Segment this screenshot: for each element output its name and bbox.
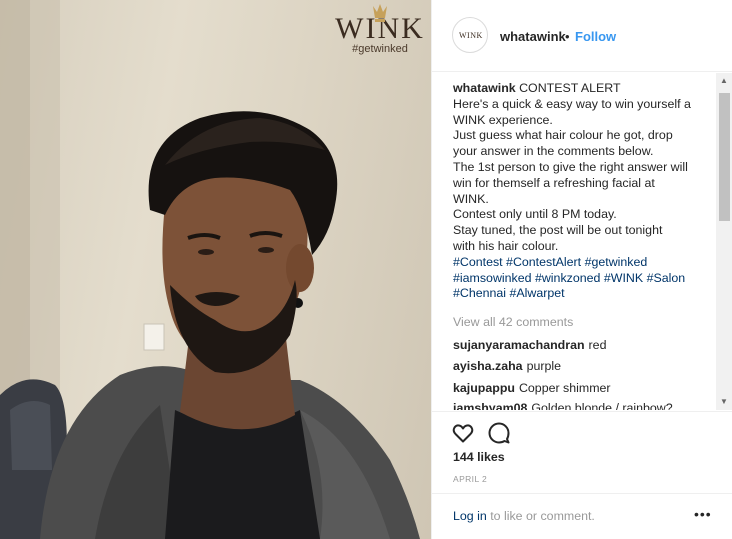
caption-line: Just guess what hair colour he got, drop	[453, 128, 673, 143]
login-prompt-text: to like or comment.	[486, 509, 595, 523]
hashtag-line: #iamsowinked #winkzoned #WINK #Salon	[453, 271, 713, 287]
hashtag-link[interactable]: #iamsowinked	[453, 271, 532, 285]
caption-username[interactable]: whatawink	[453, 81, 516, 95]
hashtag-line: #Chennai #Alwarpet	[453, 286, 713, 302]
follow-button[interactable]: Follow	[575, 29, 616, 44]
hashtag-link[interactable]: #Alwarpet	[510, 286, 565, 300]
login-link[interactable]: Log in	[453, 509, 487, 523]
caption-line: Stay tuned, the post will be out tonight	[453, 223, 663, 238]
avatar[interactable]: WINK	[452, 17, 488, 53]
hashtag-link[interactable]: #getwinked	[585, 255, 648, 269]
caption-line: with his hair colour.	[453, 238, 559, 253]
comment-username[interactable]: kajupappu	[453, 381, 515, 395]
comment-text: red	[588, 338, 607, 352]
comment-username[interactable]: ayisha.zaha	[453, 359, 523, 373]
header-separator: •	[565, 29, 570, 44]
caption-line: Here's a quick & easy way to win yoursel…	[453, 96, 691, 111]
comment-text: purple	[526, 359, 562, 373]
post-date: APRIL 2	[453, 474, 488, 484]
scrollbar-thumb[interactable]	[719, 93, 730, 221]
post-header: WINK whatawink • Follow	[432, 0, 732, 72]
login-prompt: Log in to like or comment.	[453, 509, 595, 523]
caption-first-line: whatawink CONTEST ALERT	[453, 81, 713, 97]
crown-logo-icon	[373, 4, 387, 22]
comment-item: ayisha.zaha purple	[453, 359, 561, 373]
comment-username[interactable]: jamshyam08	[453, 401, 527, 410]
more-options-icon[interactable]: •••	[694, 506, 712, 522]
comment-item: sujanyaramachandran red	[453, 338, 606, 352]
caption-line: The 1st person to give the right answer …	[453, 159, 688, 174]
comments-scroll-area[interactable]: whatawink CONTEST ALERT Here's a quick &…	[432, 73, 732, 410]
caption-line: win for themself a refreshing facial at	[453, 175, 655, 190]
post-photo: WINK #getwinked	[0, 0, 431, 539]
wink-watermark: WINK #getwinked	[330, 2, 430, 55]
caption-line: Contest only until 8 PM today.	[453, 207, 617, 222]
hashtag-link[interactable]: #Contest	[453, 255, 503, 269]
avatar-logo-text: WINK	[459, 31, 483, 40]
like-count[interactable]: 144 likes	[453, 450, 505, 464]
view-all-comments-link[interactable]: View all 42 comments	[453, 315, 573, 329]
scroll-down-arrow-icon[interactable]: ▼	[720, 397, 728, 406]
photo-scene	[0, 0, 420, 539]
comment-bubble-icon[interactable]	[487, 421, 511, 445]
hashtag-link[interactable]: #winkzoned	[535, 271, 600, 285]
post-side-panel: WINK whatawink • Follow whatawink CONTES…	[431, 0, 732, 539]
comment-username[interactable]: sujanyaramachandran	[453, 338, 585, 352]
hashtag-line: #Contest #ContestAlert #getwinked	[453, 255, 713, 271]
caption-line: your answer in the comments below.	[453, 144, 654, 159]
hashtag-link[interactable]: #ContestAlert	[506, 255, 581, 269]
hashtag-link[interactable]: #Salon	[647, 271, 686, 285]
scroll-up-arrow-icon[interactable]: ▲	[720, 76, 728, 85]
caption-line: WINK experience.	[453, 112, 553, 127]
comment-text: Copper shimmer	[518, 381, 611, 395]
comment-item: jamshyam08 Golden blonde / rainbow?	[453, 401, 673, 410]
caption-line: WINK.	[453, 191, 489, 206]
comment-item: kajupappu Copper shimmer	[453, 381, 611, 395]
hashtag-link[interactable]: #WINK	[604, 271, 643, 285]
header-username[interactable]: whatawink	[500, 29, 566, 44]
caption-line: CONTEST ALERT	[519, 81, 621, 95]
hashtag-link[interactable]: #Chennai	[453, 286, 506, 300]
post-caption: whatawink CONTEST ALERT Here's a quick &…	[453, 81, 713, 302]
heart-icon[interactable]	[451, 421, 475, 445]
comment-text: Golden blonde / rainbow?	[531, 401, 673, 410]
scrollbar[interactable]: ▲ ▼	[716, 73, 732, 410]
login-footer: Log in to like or comment. •••	[432, 493, 732, 539]
